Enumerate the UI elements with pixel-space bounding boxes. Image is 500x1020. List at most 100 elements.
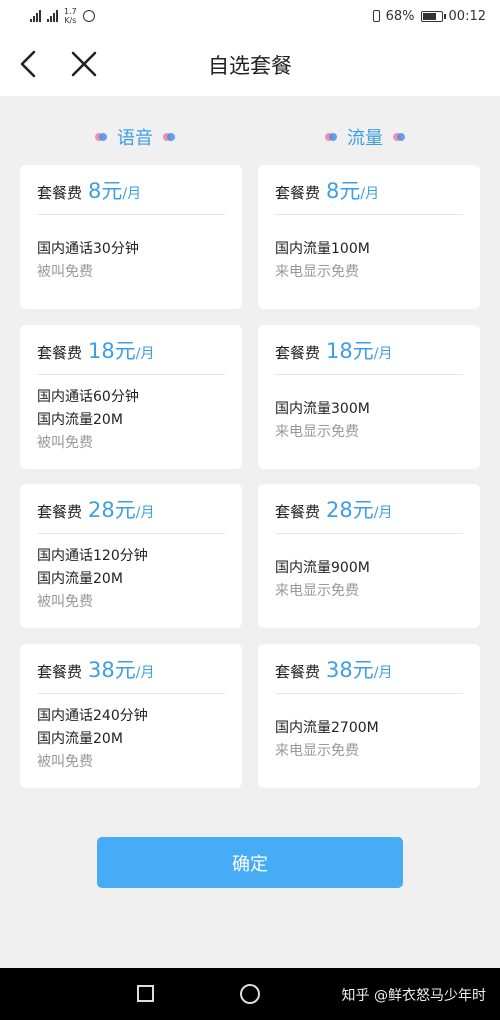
- fee-unit: /月: [373, 346, 393, 362]
- fee-amount: 18元: [326, 339, 374, 363]
- decor-dot-icon: [163, 132, 175, 142]
- confirm-button[interactable]: 确定: [97, 837, 403, 888]
- fee-label: 套餐费: [37, 184, 83, 202]
- plan-price: 套餐费 8元/月: [275, 175, 379, 207]
- plan-detail: 国内流量20M: [37, 412, 123, 428]
- decor-dot-icon: [393, 132, 405, 142]
- fee-label: 套餐费: [275, 184, 321, 202]
- plan-note: 被叫免费: [37, 754, 93, 770]
- plan-card-data-18[interactable]: 套餐费 18元/月 国内流量300M 来电显示免费: [258, 325, 480, 469]
- divider: [37, 374, 225, 375]
- net-speed-unit: K/s: [64, 16, 77, 25]
- fee-amount: 28元: [88, 498, 136, 522]
- system-nav-bar: 知乎 @鲜衣怒马少年时: [0, 968, 500, 1020]
- title-bar: 自选套餐: [0, 32, 500, 96]
- plan-note: 来电显示免费: [275, 424, 359, 440]
- fee-unit: /月: [360, 186, 380, 202]
- plan-card-data-8[interactable]: 套餐费 8元/月 国内流量100M 来电显示免费: [258, 165, 480, 309]
- column-header-data: 流量: [245, 124, 485, 150]
- plan-card-data-28[interactable]: 套餐费 28元/月 国内流量900M 来电显示免费: [258, 484, 480, 628]
- net-speed: 1.7 K/s: [64, 7, 77, 25]
- plan-note: 被叫免费: [37, 435, 93, 451]
- status-bar: 1.7 K/s 68% 00:12: [0, 0, 500, 32]
- fee-amount: 18元: [88, 339, 136, 363]
- fee-unit: /月: [373, 665, 393, 681]
- plan-price: 套餐费 18元/月: [37, 335, 154, 367]
- divider: [275, 533, 463, 534]
- plan-note: 来电显示免费: [275, 583, 359, 599]
- plan-details: 国内流量2700M 来电显示免费: [275, 717, 470, 763]
- battery-percent: 68%: [385, 8, 415, 24]
- plan-price: 套餐费 38元/月: [275, 654, 392, 686]
- alarm-icon: [82, 10, 95, 22]
- column-title: 流量: [347, 128, 383, 149]
- plan-price: 套餐费 28元/月: [37, 494, 154, 526]
- signal-5g-icon: [47, 10, 58, 22]
- fee-unit: /月: [135, 505, 155, 521]
- fee-amount: 8元: [88, 179, 123, 203]
- plan-details: 国内流量300M 来电显示免费: [275, 398, 470, 444]
- plan-note: 被叫免费: [37, 264, 93, 280]
- home-icon[interactable]: [240, 984, 260, 1004]
- fee-amount: 28元: [326, 498, 374, 522]
- plan-details: 国内通话30分钟 被叫免费: [37, 238, 232, 284]
- fee-unit: /月: [373, 505, 393, 521]
- plan-detail: 国内流量900M: [275, 560, 370, 576]
- decor-dot-icon: [95, 132, 107, 142]
- plan-card-voice-28[interactable]: 套餐费 28元/月 国内通话120分钟 国内流量20M 被叫免费: [20, 484, 242, 628]
- recent-apps-icon[interactable]: [137, 985, 154, 1002]
- battery-icon: [420, 10, 446, 22]
- page-title: 自选套餐: [208, 54, 292, 78]
- fee-label: 套餐费: [275, 663, 321, 681]
- watermark: 知乎 @鲜衣怒马少年时: [341, 988, 486, 1004]
- status-left: 1.7 K/s: [30, 7, 95, 25]
- fee-amount: 38元: [88, 658, 136, 682]
- plan-details: 国内通话240分钟 国内流量20M 被叫免费: [37, 705, 232, 774]
- plan-card-voice-38[interactable]: 套餐费 38元/月 国内通话240分钟 国内流量20M 被叫免费: [20, 644, 242, 788]
- fee-label: 套餐费: [275, 344, 321, 362]
- status-right: 68% 00:12: [372, 8, 486, 24]
- plan-detail: 国内流量100M: [275, 241, 370, 257]
- plan-detail: 国内通话120分钟: [37, 548, 148, 564]
- fee-unit: /月: [135, 665, 155, 681]
- fee-amount: 8元: [326, 179, 361, 203]
- plan-details: 国内通话60分钟 国内流量20M 被叫免费: [37, 386, 232, 455]
- fee-amount: 38元: [326, 658, 374, 682]
- plan-details: 国内通话120分钟 国内流量20M 被叫免费: [37, 545, 232, 614]
- plan-detail: 国内流量20M: [37, 731, 123, 747]
- plan-detail: 国内通话240分钟: [37, 708, 148, 724]
- divider: [37, 214, 225, 215]
- signal-4g-icon: [30, 10, 41, 22]
- fee-label: 套餐费: [37, 503, 83, 521]
- net-speed-value: 1.7: [64, 7, 77, 16]
- plan-details: 国内流量100M 来电显示免费: [275, 238, 470, 284]
- plan-detail: 国内通话30分钟: [37, 241, 139, 257]
- fee-label: 套餐费: [37, 663, 83, 681]
- fee-label: 套餐费: [37, 344, 83, 362]
- plan-card-voice-8[interactable]: 套餐费 8元/月 国内通话30分钟 被叫免费: [20, 165, 242, 309]
- plan-price: 套餐费 28元/月: [275, 494, 392, 526]
- column-header-voice: 语音: [15, 124, 255, 150]
- plan-card-data-38[interactable]: 套餐费 38元/月 国内流量2700M 来电显示免费: [258, 644, 480, 788]
- divider: [275, 374, 463, 375]
- plan-price: 套餐费 18元/月: [275, 335, 392, 367]
- divider: [37, 533, 225, 534]
- fee-unit: /月: [135, 346, 155, 362]
- column-title: 语音: [117, 128, 153, 149]
- plan-detail: 国内流量2700M: [275, 720, 379, 736]
- plan-note: 被叫免费: [37, 594, 93, 610]
- plan-detail: 国内流量300M: [275, 401, 370, 417]
- divider: [275, 214, 463, 215]
- plan-note: 来电显示免费: [275, 264, 359, 280]
- vibrate-icon: [372, 10, 380, 22]
- divider: [275, 693, 463, 694]
- plan-price: 套餐费 8元/月: [37, 175, 141, 207]
- plan-card-voice-18[interactable]: 套餐费 18元/月 国内通话60分钟 国内流量20M 被叫免费: [20, 325, 242, 469]
- fee-label: 套餐费: [275, 503, 321, 521]
- plan-note: 来电显示免费: [275, 743, 359, 759]
- plan-detail: 国内通话60分钟: [37, 389, 139, 405]
- fee-unit: /月: [122, 186, 142, 202]
- plan-price: 套餐费 38元/月: [37, 654, 154, 686]
- clock: 00:12: [448, 8, 486, 24]
- decor-dot-icon: [325, 132, 337, 142]
